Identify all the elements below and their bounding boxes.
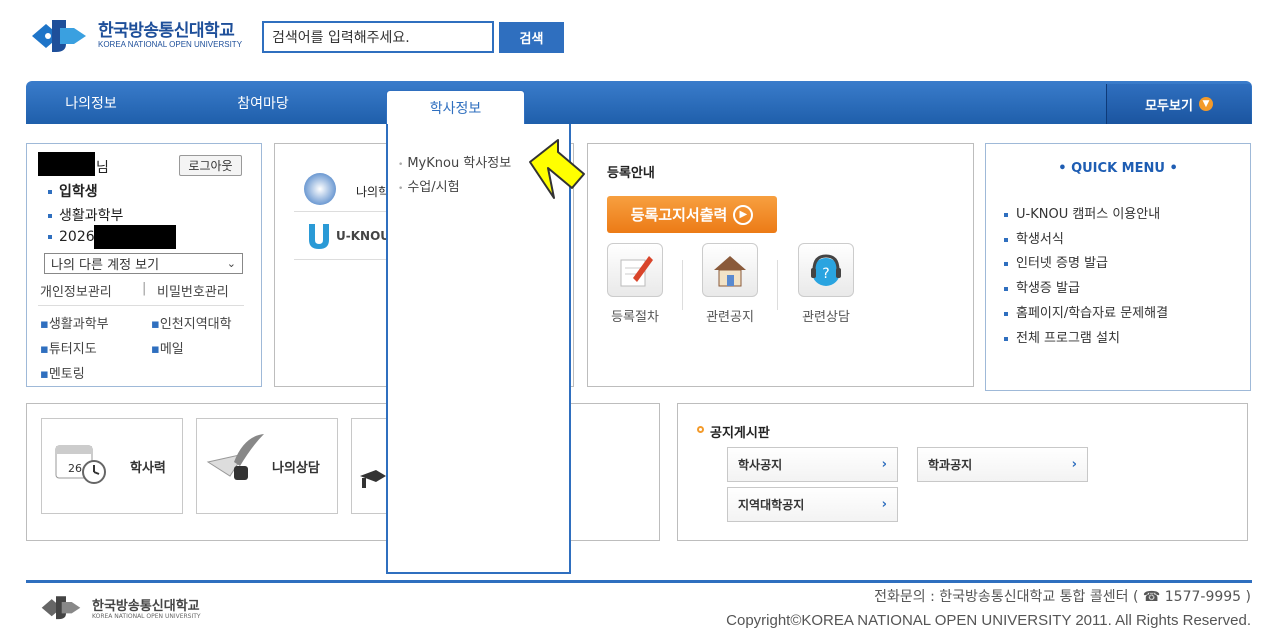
my-counsel-label: 나의상담 — [272, 461, 320, 476]
footer-divider — [26, 580, 1252, 583]
graduation-tile[interactable] — [351, 418, 391, 514]
footer-logo-english: KOREA NATIONAL OPEN UNIVERSITY — [92, 613, 201, 620]
notice-board-title: 공지게시판 — [710, 426, 770, 441]
divider — [294, 211, 386, 212]
view-all-button[interactable]: 모두보기 ▼ — [1106, 84, 1251, 124]
search-input[interactable]: 검색어를 입력해주세요. — [262, 21, 494, 53]
chevron-right-icon: › — [881, 457, 887, 472]
quick-item-campus-guide[interactable]: U-KNOU 캠퍼스 이용안내 — [1004, 203, 1160, 222]
account-select[interactable]: 나의 다른 계정 보기 ⌄ — [44, 253, 243, 274]
calendar-clock-icon: 26 — [54, 440, 108, 486]
registration-title: 등록안내 — [607, 166, 655, 181]
nav-item-participation[interactable]: 참여마당 — [198, 81, 328, 124]
footer-logo-emblem-icon — [41, 596, 81, 620]
uknou-logo-icon — [305, 222, 333, 250]
divider — [294, 259, 386, 260]
quill-ink-icon — [204, 432, 266, 484]
dropdown-item-myknou[interactable]: • MyKnou 학사정보 — [398, 152, 511, 171]
department-notice-label: 학과공지 — [928, 458, 973, 472]
svg-text:26: 26 — [68, 462, 82, 475]
department-notice-button[interactable]: 학과공지 › — [917, 447, 1088, 482]
logo-emblem-icon — [32, 20, 86, 52]
shortcut-mentoring[interactable]: ▪멘토링 — [40, 363, 85, 382]
related-counsel-icon[interactable]: ? — [798, 243, 854, 297]
university-logo[interactable]: 한국방송통신대학교 KOREA NATIONAL OPEN UNIVERSITY — [26, 14, 256, 56]
user-id: 2026 — [48, 229, 95, 245]
chevron-down-icon: ⌄ — [226, 257, 236, 270]
divider — [38, 305, 244, 306]
chevron-right-icon: › — [1071, 457, 1077, 472]
user-department: 생활과학부 — [48, 205, 123, 225]
footer-logo-korean: 한국방송통신대학교 — [92, 599, 200, 614]
center-item-my[interactable]: 나의학 — [356, 183, 389, 200]
redacted-user-name — [38, 152, 95, 176]
quick-item-install-programs[interactable]: 전체 프로그램 설치 — [1004, 327, 1120, 346]
center-item-uknou[interactable]: U-KNOU — [336, 229, 390, 243]
print-registration-notice-button[interactable]: 등록고지서출력 ▶ — [607, 196, 777, 233]
quick-item-student-card[interactable]: 학생증 발급 — [1004, 277, 1080, 296]
arrow-right-icon: ▶ — [733, 204, 754, 225]
view-all-label: 모두보기 — [1145, 98, 1193, 114]
footer-phone: 전화문의 : 한국방송통신대학교 통합 콜센터 ( ☎ 1577-9995 ) — [874, 589, 1251, 605]
logo-korean-name: 한국방송통신대학교 — [98, 21, 235, 41]
registration-procedure-label[interactable]: 등록절차 — [601, 306, 669, 325]
chevron-down-icon: ▼ — [1198, 97, 1213, 111]
account-select-value: 나의 다른 계정 보기 — [51, 258, 160, 273]
divider — [777, 260, 778, 310]
logout-button[interactable]: 로그아웃 — [179, 155, 242, 176]
shortcut-department[interactable]: ▪생활과학부 — [40, 313, 109, 332]
shortcut-mail[interactable]: ▪메일 — [151, 338, 184, 357]
bullet-icon — [697, 426, 704, 433]
quick-item-student-forms[interactable]: 학생서식 — [1004, 228, 1064, 247]
related-counsel-label[interactable]: 관련상담 — [792, 306, 860, 325]
logo-english-name: KOREA NATIONAL OPEN UNIVERSITY — [98, 40, 243, 49]
redacted-student-id — [94, 225, 176, 249]
registration-procedure-icon[interactable] — [607, 243, 663, 297]
academic-calendar-label: 학사력 — [130, 461, 166, 476]
user-status: 입학생 — [48, 181, 98, 201]
quick-item-troubleshoot[interactable]: 홈페이지/학습자료 문제해결 — [1004, 302, 1168, 321]
user-name-suffix: 님 — [96, 160, 109, 176]
svg-text:?: ? — [822, 266, 829, 282]
nav-item-academic-info[interactable]: 학사정보 — [386, 90, 525, 125]
password-settings-link[interactable]: 비밀번호관리 — [157, 281, 229, 300]
graduation-cap-icon — [360, 470, 386, 488]
regional-notice-label: 지역대학공지 — [738, 498, 805, 512]
footer-logo: 한국방송통신대학교 KOREA NATIONAL OPEN UNIVERSITY — [36, 592, 236, 624]
shortcut-regional-college[interactable]: ▪인천지역대학 — [151, 313, 232, 332]
quick-menu-title: • QUICK MENU • — [1058, 161, 1178, 176]
academic-notice-label: 학사공지 — [738, 458, 783, 472]
nav-item-my-info[interactable]: 나의정보 — [26, 81, 156, 124]
privacy-settings-link[interactable]: 개인정보관리 — [40, 281, 112, 300]
divider — [682, 260, 683, 310]
yellow-arrow-pointer-icon — [529, 139, 585, 199]
related-notice-label[interactable]: 관련공지 — [696, 306, 764, 325]
quick-item-certificate[interactable]: 인터넷 증명 발급 — [1004, 252, 1108, 271]
regional-notice-button[interactable]: 지역대학공지 › — [727, 487, 898, 522]
dropdown-item-class-exam[interactable]: • 수업/시험 — [398, 176, 460, 195]
link-separator: | — [142, 281, 147, 296]
related-notice-icon[interactable] — [702, 243, 758, 297]
footer-copyright: Copyright©KOREA NATIONAL OPEN UNIVERSITY… — [726, 612, 1251, 629]
chevron-right-icon: › — [881, 497, 887, 512]
myknou-icon — [304, 173, 336, 205]
search-button[interactable]: 검색 — [499, 22, 564, 53]
academic-notice-button[interactable]: 학사공지 › — [727, 447, 898, 482]
print-registration-label: 등록고지서출력 — [630, 206, 728, 224]
shortcut-tutor[interactable]: ▪튜터지도 — [40, 338, 97, 357]
